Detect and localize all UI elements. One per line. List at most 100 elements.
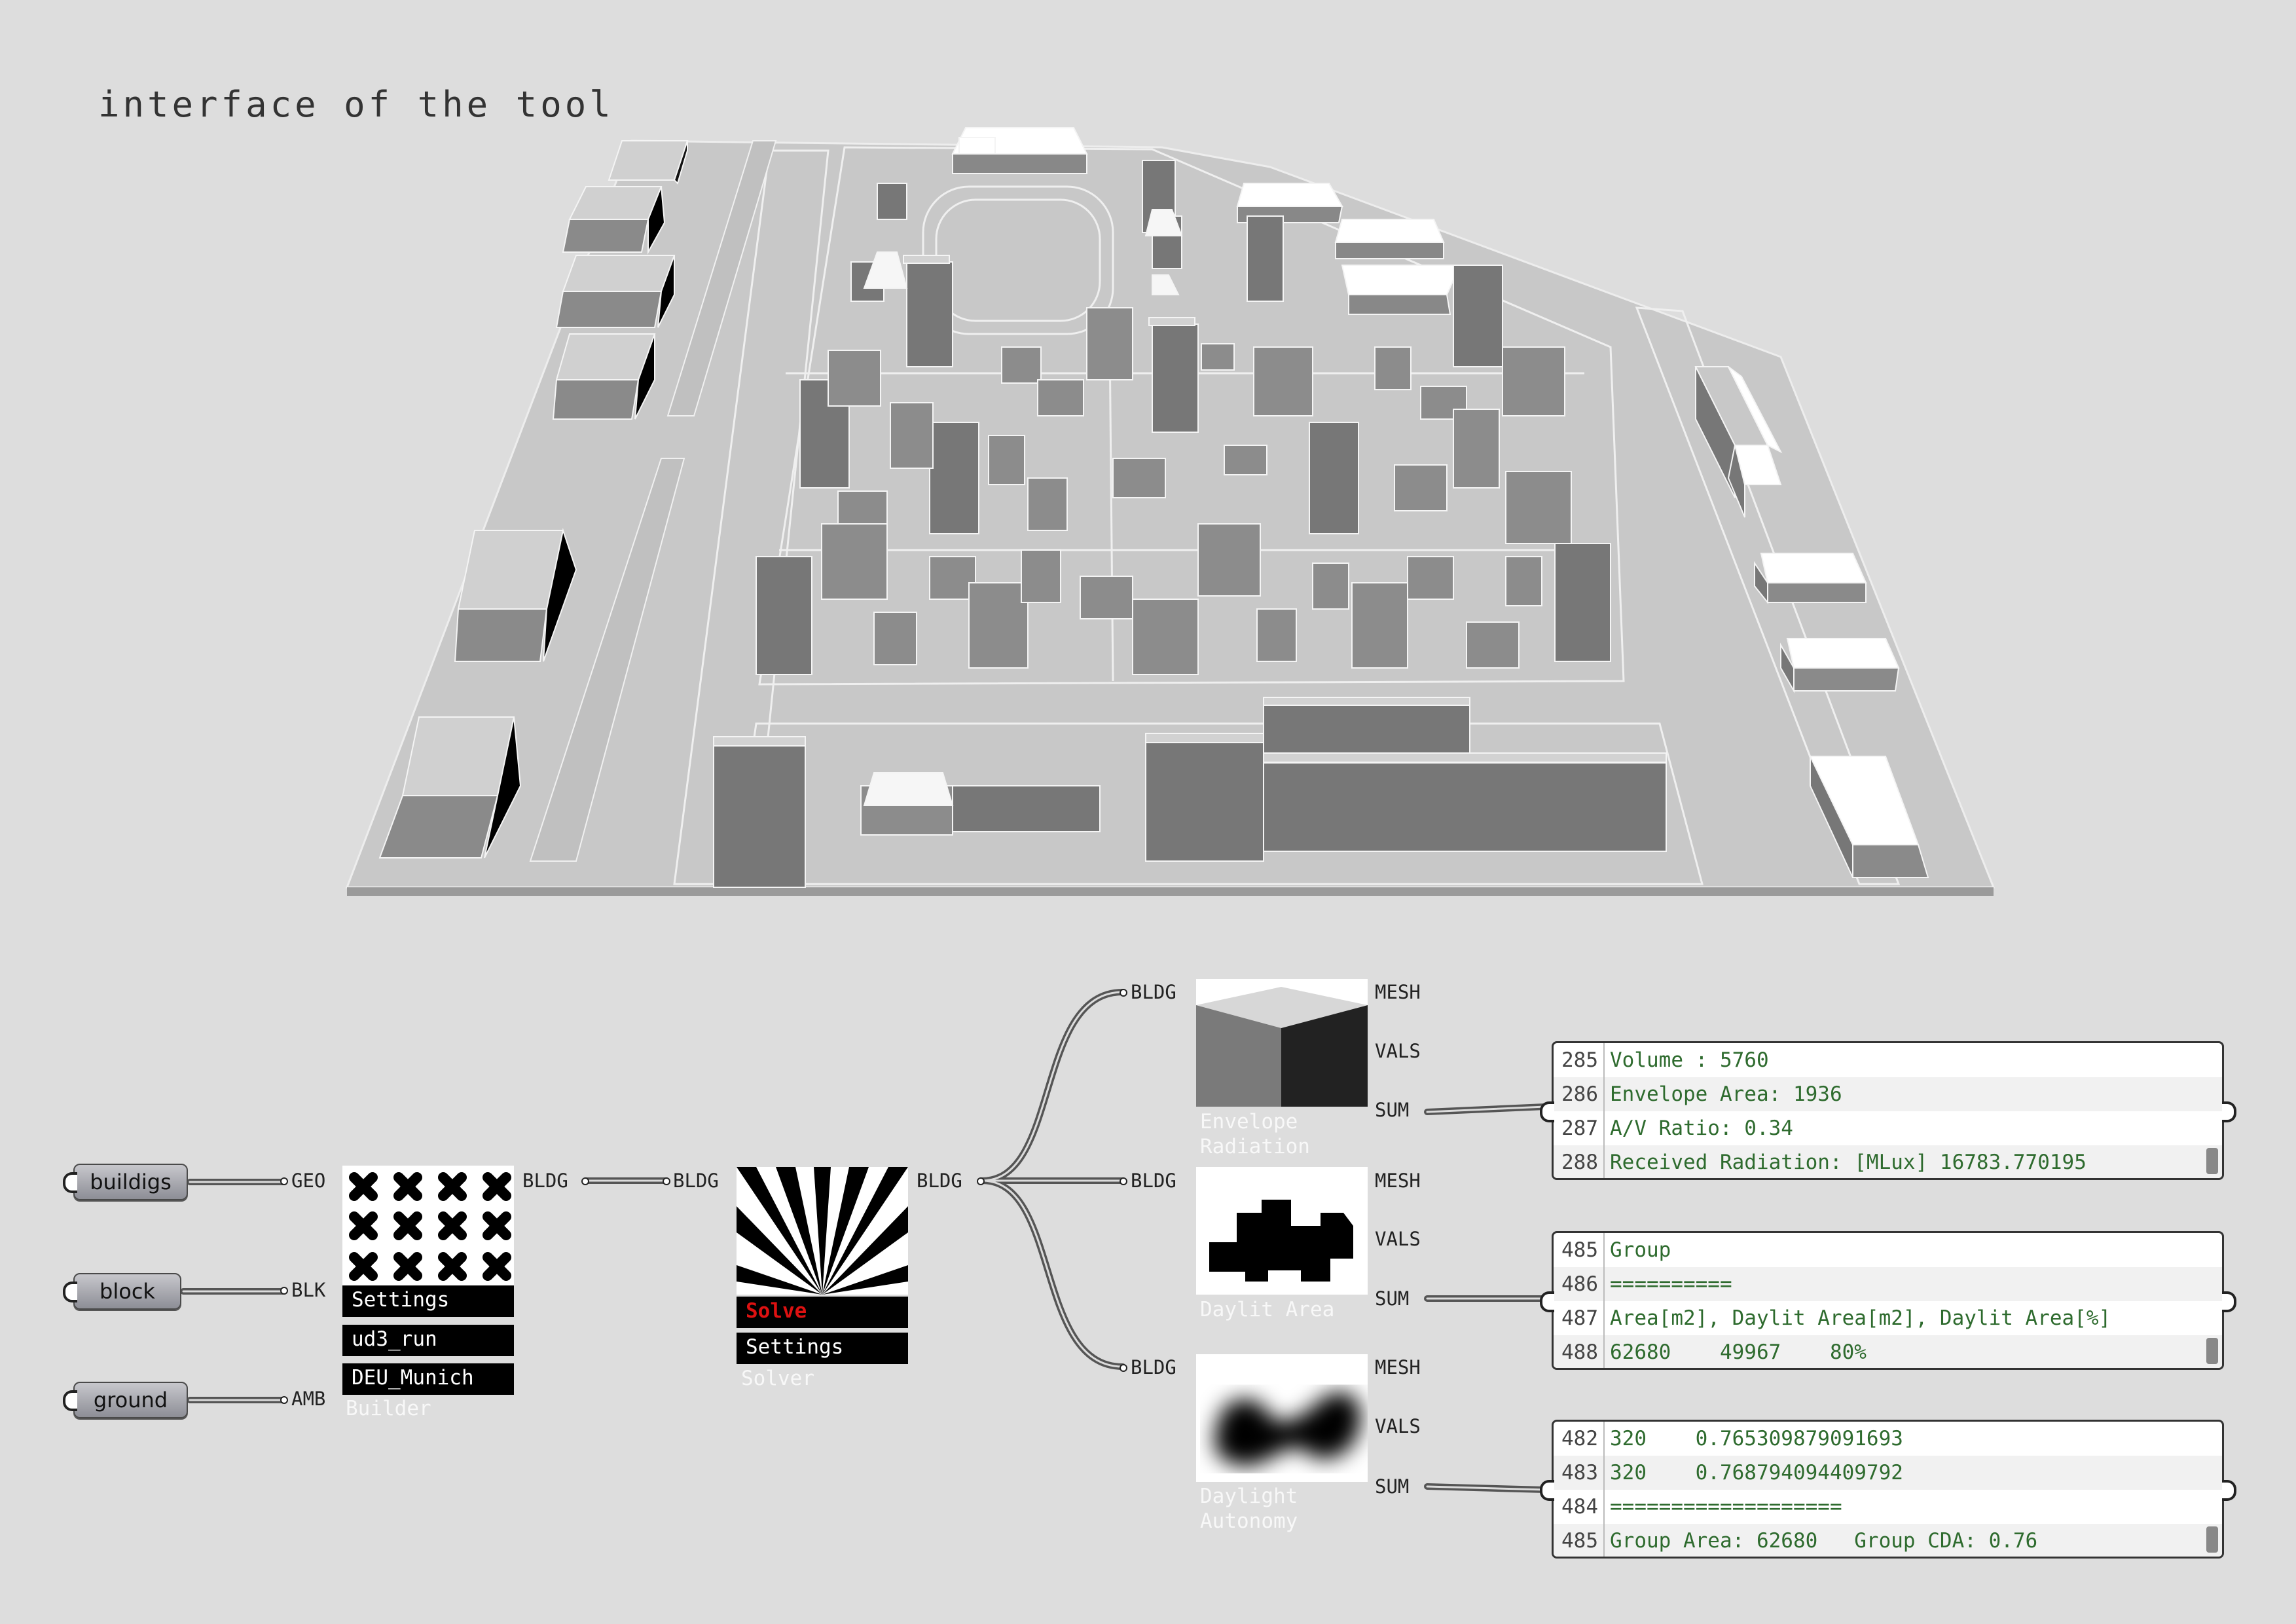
row-text: 62680 49967 80% bbox=[1610, 1340, 1867, 1364]
autonomy-input-dot[interactable] bbox=[1120, 1364, 1127, 1372]
daylit-input-dot[interactable] bbox=[1120, 1177, 1127, 1185]
solver-input-bldg[interactable]: BLDG bbox=[673, 1169, 719, 1192]
panel-scrollbar[interactable] bbox=[2206, 1526, 2218, 1553]
daylit-output-sum[interactable]: SUM bbox=[1375, 1287, 1409, 1310]
builder-input-blk[interactable]: BLK bbox=[291, 1278, 325, 1302]
envelope-input-bldg[interactable]: BLDG bbox=[1131, 980, 1176, 1004]
line-number: 483 bbox=[1554, 1456, 1605, 1490]
solver-label: Solver bbox=[741, 1367, 814, 1390]
solver-output-bldg[interactable]: BLDG bbox=[917, 1169, 962, 1192]
envelope-label-line2: Radiation bbox=[1200, 1135, 1310, 1158]
panel-row: 285 Volume : 5760 bbox=[1554, 1043, 2222, 1077]
daylit-results-panel[interactable]: 485 Group 486 ========== 487 Area[m2], Dayl… bbox=[1552, 1231, 2224, 1370]
row-text: =================== bbox=[1610, 1495, 1842, 1519]
solve-button[interactable]: Solve bbox=[737, 1297, 908, 1328]
envelope-output-vals[interactable]: VALS bbox=[1375, 1039, 1421, 1063]
builder-location-button[interactable]: DEU_Munich bbox=[342, 1363, 514, 1395]
line-number: 485 bbox=[1554, 1524, 1605, 1557]
envelope-output-mesh[interactable]: MESH bbox=[1375, 980, 1421, 1004]
line-number: 285 bbox=[1554, 1043, 1605, 1077]
autonomy-panel-input-knob[interactable] bbox=[1540, 1480, 1554, 1501]
line-number: 287 bbox=[1554, 1111, 1605, 1145]
buildings-param-label: buildigs bbox=[90, 1170, 172, 1194]
line-number: 288 bbox=[1554, 1145, 1605, 1178]
line-number: 487 bbox=[1554, 1301, 1605, 1335]
panel-row: 485 Group Area: 62680 Group CDA: 0.76 bbox=[1554, 1524, 2222, 1557]
solver-output-dot[interactable] bbox=[977, 1177, 985, 1185]
buildings-param-left-knob[interactable] bbox=[63, 1172, 77, 1193]
panel-row: 288 Received Radiation: [MLux] 16783.7701… bbox=[1554, 1145, 2222, 1178]
autonomy-results-panel[interactable]: 482 320 0.765309879091693 483 320 0.768794… bbox=[1552, 1420, 2224, 1559]
autonomy-output-sum[interactable]: SUM bbox=[1375, 1475, 1409, 1498]
row-text: Group bbox=[1610, 1238, 1671, 1262]
block-param-left-knob[interactable] bbox=[63, 1282, 77, 1302]
panel-row: 488 62680 49967 80% bbox=[1554, 1335, 2222, 1368]
sunburst-icon bbox=[737, 1167, 908, 1295]
ground-param[interactable]: ground bbox=[73, 1382, 188, 1418]
buildings-param[interactable]: buildigs bbox=[73, 1164, 188, 1200]
row-text: Area[m2], Daylit Area[m2], Daylit Area[%… bbox=[1610, 1306, 2111, 1330]
block-param-label: block bbox=[100, 1279, 155, 1304]
block-param[interactable]: block bbox=[73, 1273, 181, 1310]
line-number: 484 bbox=[1554, 1490, 1605, 1524]
builder-input-geo[interactable]: GEO bbox=[291, 1169, 325, 1192]
daylit-output-vals[interactable]: VALS bbox=[1375, 1227, 1421, 1251]
blob-shape-icon bbox=[1209, 1200, 1353, 1282]
line-number: 488 bbox=[1554, 1335, 1605, 1368]
envelope-results-panel[interactable]: 285 Volume : 5760 286 Envelope Area: 1936 … bbox=[1552, 1041, 2224, 1180]
line-number: 485 bbox=[1554, 1233, 1605, 1267]
panel-row: 483 320 0.768794094409792 bbox=[1554, 1456, 2222, 1490]
row-text: Group Area: 62680 Group CDA: 0.76 bbox=[1610, 1529, 2038, 1553]
builder-output-bldg[interactable]: BLDG bbox=[522, 1169, 568, 1192]
autonomy-input-bldg[interactable]: BLDG bbox=[1131, 1356, 1176, 1379]
ground-param-left-knob[interactable] bbox=[63, 1390, 77, 1411]
panel-scrollbar[interactable] bbox=[2206, 1338, 2218, 1364]
envelope-input-dot[interactable] bbox=[1120, 989, 1127, 997]
builder-output-dot[interactable] bbox=[581, 1177, 589, 1185]
row-text: Volume : 5760 bbox=[1610, 1048, 1769, 1072]
autonomy-label-line1: Daylight bbox=[1200, 1485, 1298, 1508]
solver-settings-button[interactable]: Settings bbox=[737, 1333, 908, 1364]
panel-row: 487 Area[m2], Daylit Area[m2], Daylit Are… bbox=[1554, 1301, 2222, 1335]
row-text: Received Radiation: [MLux] 16783.770195 bbox=[1610, 1151, 2086, 1174]
row-text: 320 0.765309879091693 bbox=[1610, 1427, 1903, 1450]
autonomy-label-line2: Autonomy bbox=[1200, 1509, 1298, 1533]
daylit-output-mesh[interactable]: MESH bbox=[1375, 1169, 1421, 1192]
daylight-autonomy-icon[interactable] bbox=[1196, 1354, 1368, 1482]
autonomy-output-mesh[interactable]: MESH bbox=[1375, 1356, 1421, 1379]
row-text: Envelope Area: 1936 bbox=[1610, 1082, 1842, 1106]
panel-row: 287 A/V Ratio: 0.34 bbox=[1554, 1111, 2222, 1145]
envelope-output-sum[interactable]: SUM bbox=[1375, 1098, 1409, 1122]
cross-pattern-icon bbox=[349, 1172, 511, 1281]
builder-input-geo-dot[interactable] bbox=[280, 1177, 288, 1185]
row-text: 320 0.768794094409792 bbox=[1610, 1461, 1903, 1485]
daylit-area-icon[interactable] bbox=[1196, 1167, 1368, 1295]
builder-icon[interactable] bbox=[342, 1166, 514, 1287]
daylit-label: Daylit Area bbox=[1200, 1298, 1335, 1321]
builder-input-amb-dot[interactable] bbox=[280, 1396, 288, 1404]
line-number: 486 bbox=[1554, 1267, 1605, 1301]
ground-param-label: ground bbox=[93, 1388, 168, 1412]
builder-input-blk-dot[interactable] bbox=[280, 1287, 288, 1295]
panel-row: 482 320 0.765309879091693 bbox=[1554, 1422, 2222, 1456]
panel-row: 286 Envelope Area: 1936 bbox=[1554, 1077, 2222, 1111]
cube-shaded-icon bbox=[1196, 987, 1368, 1107]
daylit-panel-input-knob[interactable] bbox=[1540, 1291, 1554, 1312]
blurred-blob-icon bbox=[1214, 1392, 1361, 1466]
panel-scrollbar[interactable] bbox=[2206, 1148, 2218, 1174]
daylit-input-bldg[interactable]: BLDG bbox=[1131, 1169, 1176, 1192]
builder-ud3-run-button[interactable]: ud3_run bbox=[342, 1325, 514, 1356]
builder-settings-button[interactable]: Settings bbox=[342, 1285, 514, 1317]
solver-input-dot[interactable] bbox=[663, 1177, 670, 1185]
envelope-radiation-icon[interactable] bbox=[1196, 979, 1368, 1107]
line-number: 482 bbox=[1554, 1422, 1605, 1456]
autonomy-output-vals[interactable]: VALS bbox=[1375, 1414, 1421, 1438]
panel-row: 485 Group bbox=[1554, 1233, 2222, 1267]
panel-row: 484 =================== bbox=[1554, 1490, 2222, 1524]
envelope-panel-input-knob[interactable] bbox=[1540, 1101, 1554, 1122]
line-number: 286 bbox=[1554, 1077, 1605, 1111]
builder-input-amb[interactable]: AMB bbox=[291, 1387, 325, 1411]
solver-icon[interactable] bbox=[737, 1167, 908, 1295]
envelope-label-line1: Envelope bbox=[1200, 1110, 1298, 1134]
panel-row: 486 ========== bbox=[1554, 1267, 2222, 1301]
